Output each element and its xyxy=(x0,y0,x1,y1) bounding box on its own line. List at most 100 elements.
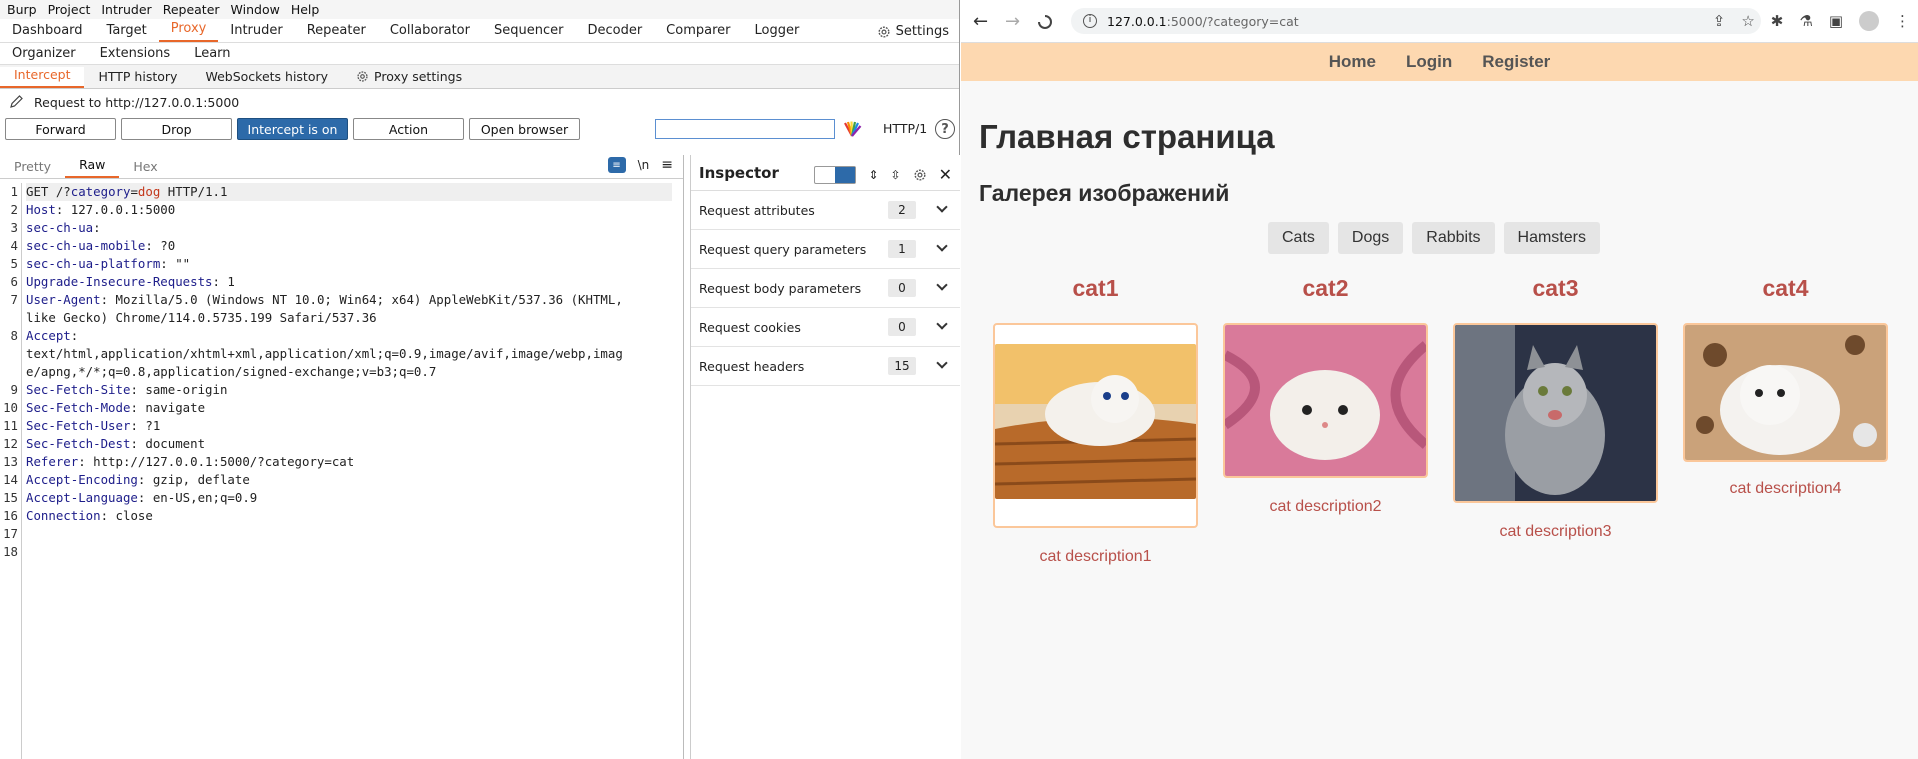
category-cats-button[interactable]: Cats xyxy=(1268,222,1329,254)
layout-toggle[interactable] xyxy=(814,165,857,184)
tab-http-history[interactable]: HTTP history xyxy=(84,69,191,88)
intercept-toggle-button[interactable]: Intercept is on xyxy=(237,118,348,140)
request-editor: Pretty Raw Hex ≡ \n ≡ 1 GET /?category=do… xyxy=(0,155,684,759)
menu-project[interactable]: Project xyxy=(45,2,99,17)
code-line: like Gecko) Chrome/114.0.5735.199 Safari… xyxy=(26,310,377,325)
gallery-card: cat1 cat description1 xyxy=(993,275,1198,566)
card-image-frame[interactable] xyxy=(1453,323,1658,503)
help-icon[interactable]: ? xyxy=(935,119,955,139)
tab-intercept[interactable]: Intercept xyxy=(0,67,85,88)
tab-target[interactable]: Target xyxy=(95,23,159,42)
tab-decoder[interactable]: Decoder xyxy=(575,23,654,42)
info-icon[interactable]: i xyxy=(1083,14,1097,28)
card-image-frame[interactable] xyxy=(1222,323,1430,478)
address-bar[interactable]: i 127.0.0.1:5000/?category=cat xyxy=(1071,8,1761,34)
card-image-frame[interactable] xyxy=(1683,323,1888,462)
nav-home[interactable]: Home xyxy=(1329,52,1376,72)
pencil-icon[interactable] xyxy=(8,94,24,110)
category-hamsters-button[interactable]: Hamsters xyxy=(1503,222,1600,254)
tab-comparer[interactable]: Comparer xyxy=(654,23,742,42)
gallery-card: cat2 cat description2 xyxy=(1222,275,1430,516)
tab-logger[interactable]: Logger xyxy=(743,23,812,42)
tab-learn[interactable]: Learn xyxy=(182,46,242,61)
code-line: 16 Connection: close xyxy=(3,508,153,523)
inspector-row-body-params[interactable]: Request body parameters 0 xyxy=(691,269,960,308)
menu-window[interactable]: Window xyxy=(228,2,288,17)
gallery-card: cat4 cat description4 xyxy=(1683,275,1888,498)
tab-extensions[interactable]: Extensions xyxy=(88,46,183,61)
collapse-icon[interactable]: ⇳ xyxy=(891,168,901,182)
star-icon[interactable]: ☆ xyxy=(1741,12,1754,30)
gallery-title: Галерея изображений xyxy=(979,180,1230,206)
nav-login[interactable]: Login xyxy=(1406,52,1452,72)
profile-icon[interactable] xyxy=(1859,11,1879,31)
more-icon[interactable]: ⋮ xyxy=(1895,12,1910,30)
forward-button[interactable]: Forward xyxy=(5,118,116,140)
tab-raw[interactable]: Raw xyxy=(65,157,120,178)
tab-sequencer[interactable]: Sequencer xyxy=(482,23,575,42)
tab-repeater[interactable]: Repeater xyxy=(295,23,378,42)
tab-pretty[interactable]: Pretty xyxy=(0,159,65,178)
tab-proxy[interactable]: Proxy xyxy=(158,21,219,42)
expand-icon[interactable]: ⇕ xyxy=(868,168,878,182)
menu-help[interactable]: Help xyxy=(288,2,328,17)
request-target: Request to http://127.0.0.1:5000 xyxy=(34,94,240,110)
inspector-row-headers[interactable]: Request headers 15 xyxy=(691,347,960,386)
card-title: cat1 xyxy=(1072,275,1119,301)
line-gutter xyxy=(0,183,22,759)
tab-intruder[interactable]: Intruder xyxy=(218,23,294,42)
panel-view-icon[interactable] xyxy=(835,166,856,183)
tab-proxy-settings[interactable]: Proxy settings xyxy=(342,69,476,88)
http-version-label[interactable]: HTTP/1 xyxy=(883,121,927,136)
gear-icon[interactable] xyxy=(913,168,927,182)
tab-collaborator[interactable]: Collaborator xyxy=(378,23,482,42)
extensions-icon[interactable]: ✱ xyxy=(1771,12,1784,30)
card-description: cat description2 xyxy=(1269,498,1382,515)
code-line: 1 GET /?category=dog HTTP/1.1 xyxy=(0,183,683,201)
loading-icon[interactable] xyxy=(1037,14,1053,30)
inspector-row-cookies[interactable]: Request cookies 0 xyxy=(691,308,960,347)
secondary-tabs: Organizer Extensions Learn xyxy=(0,43,959,65)
tab-dashboard[interactable]: Dashboard xyxy=(0,23,95,42)
open-browser-button[interactable]: Open browser xyxy=(469,118,580,140)
menu-icon[interactable]: ≡ xyxy=(661,157,673,173)
gear-icon xyxy=(357,71,368,82)
tab-websockets-history[interactable]: WebSockets history xyxy=(191,69,342,88)
code-line: 15 Accept-Language: en-US,en;q=0.9 xyxy=(3,490,258,505)
wrap-icon[interactable]: ≡ xyxy=(607,157,626,173)
drop-button[interactable]: Drop xyxy=(121,118,232,140)
settings-button[interactable]: Settings xyxy=(877,24,949,39)
sidebar-icon[interactable]: ▣ xyxy=(1829,12,1843,30)
share-icon[interactable]: ⇪ xyxy=(1713,12,1726,30)
menu-repeater[interactable]: Repeater xyxy=(160,2,228,17)
gear-icon xyxy=(878,25,890,38)
category-rabbits-button[interactable]: Rabbits xyxy=(1412,222,1495,254)
menu-burp[interactable]: Burp xyxy=(4,2,45,17)
nav-register[interactable]: Register xyxy=(1482,52,1550,72)
menu-intruder[interactable]: Intruder xyxy=(98,2,159,17)
back-icon[interactable]: ← xyxy=(973,11,988,32)
category-dogs-button[interactable]: Dogs xyxy=(1337,222,1404,254)
tab-organizer[interactable]: Organizer xyxy=(0,46,88,61)
highlight-color-icon[interactable] xyxy=(842,120,862,138)
action-button[interactable]: Action xyxy=(353,118,464,140)
flask-icon[interactable]: ⚗ xyxy=(1799,12,1812,30)
card-image-frame[interactable] xyxy=(993,323,1198,528)
card-description: cat description1 xyxy=(1039,548,1152,565)
row-count: 15 xyxy=(888,357,916,375)
site-nav: Home Login Register xyxy=(961,43,1918,81)
tab-hex[interactable]: Hex xyxy=(119,159,171,178)
close-icon[interactable]: ✕ xyxy=(939,165,952,184)
menu-bar: Burp Project Intruder Repeater Window He… xyxy=(0,0,959,19)
inspector-row-attributes[interactable]: Request attributes 2 xyxy=(691,191,960,230)
code-line: 11 Sec-Fetch-User: ?1 xyxy=(3,418,161,433)
forward-icon[interactable]: → xyxy=(1005,11,1020,32)
cat-photo xyxy=(1455,325,1656,501)
row-label: Request headers xyxy=(699,358,805,374)
newline-icon[interactable]: \n xyxy=(638,158,650,172)
search-input[interactable] xyxy=(655,119,835,139)
browser-window: ← → i 127.0.0.1:5000/?category=cat ⇪ ☆ ✱… xyxy=(961,0,1918,759)
request-text[interactable]: 1 GET /?category=dog HTTP/1.1 2 Host: 127.… xyxy=(0,179,683,759)
list-view-icon[interactable] xyxy=(815,167,835,183)
inspector-row-query-params[interactable]: Request query parameters 1 xyxy=(691,230,960,269)
